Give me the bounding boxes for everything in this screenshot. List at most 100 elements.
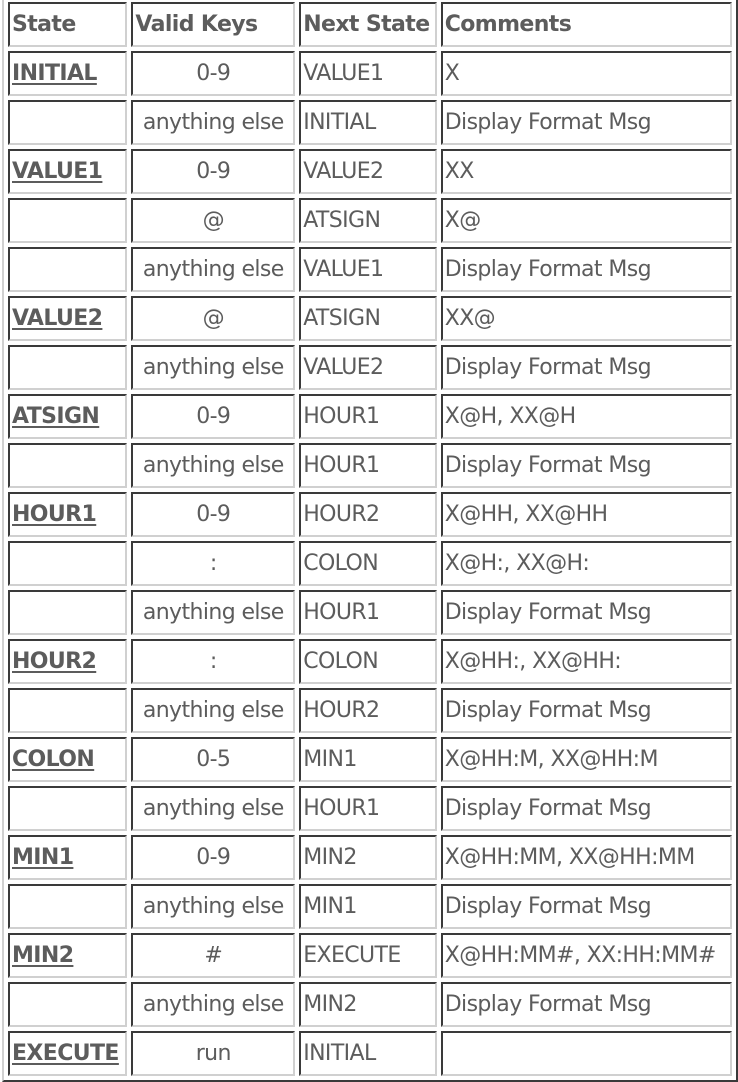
cell-valid-keys: 0-9 (131, 492, 296, 537)
cell-next-state: ATSIGN (299, 198, 437, 243)
cell-comment: Display Format Msg (440, 786, 732, 831)
cell-next-state: COLON (299, 541, 437, 586)
cell-next-state: HOUR1 (299, 786, 437, 831)
cell-valid-keys: anything else (131, 884, 296, 929)
cell-state: HOUR2 (8, 639, 128, 684)
table-row: MIN1 0-9 MIN2 X@HH:MM, XX@HH:MM (8, 835, 732, 880)
cell-valid-keys: 0-9 (131, 51, 296, 96)
cell-next-state: INITIAL (299, 100, 437, 145)
cell-comment: X@H:, XX@H: (440, 541, 732, 586)
cell-state (8, 345, 128, 390)
table-row: : COLON X@H:, XX@H: (8, 541, 732, 586)
cell-state (8, 688, 128, 733)
cell-next-state: HOUR2 (299, 492, 437, 537)
header-valid-keys: Valid Keys (131, 2, 296, 47)
cell-next-state: EXECUTE (299, 933, 437, 978)
cell-next-state: VALUE1 (299, 51, 437, 96)
cell-next-state: MIN2 (299, 982, 437, 1027)
table-row: EXECUTE run INITIAL (8, 1031, 732, 1076)
cell-valid-keys: : (131, 639, 296, 684)
cell-comment: XX (440, 149, 732, 194)
state-link[interactable]: MIN2 (12, 943, 74, 968)
cell-comment: X@HH:, XX@HH: (440, 639, 732, 684)
cell-next-state: HOUR2 (299, 688, 437, 733)
state-link[interactable]: INITIAL (12, 61, 97, 86)
cell-valid-keys: anything else (131, 590, 296, 635)
cell-comment: X@HH, XX@HH (440, 492, 732, 537)
cell-comment: X@HH:MM, XX@HH:MM (440, 835, 732, 880)
state-link[interactable]: COLON (12, 747, 95, 772)
cell-next-state: VALUE1 (299, 247, 437, 292)
table-row: VALUE1 0-9 VALUE2 XX (8, 149, 732, 194)
cell-next-state: VALUE2 (299, 345, 437, 390)
cell-comment: X (440, 51, 732, 96)
table-row: anything else HOUR1 Display Format Msg (8, 786, 732, 831)
cell-valid-keys: @ (131, 198, 296, 243)
cell-state (8, 786, 128, 831)
cell-state: VALUE2 (8, 296, 128, 341)
cell-next-state: ATSIGN (299, 296, 437, 341)
cell-comment: Display Format Msg (440, 443, 732, 488)
cell-state (8, 884, 128, 929)
cell-valid-keys: 0-9 (131, 394, 296, 439)
cell-valid-keys: anything else (131, 345, 296, 390)
cell-next-state: HOUR1 (299, 394, 437, 439)
cell-state (8, 443, 128, 488)
cell-next-state: MIN2 (299, 835, 437, 880)
cell-comment: X@H, XX@H (440, 394, 732, 439)
state-link[interactable]: HOUR1 (12, 502, 97, 527)
cell-valid-keys: anything else (131, 982, 296, 1027)
table-row: ATSIGN 0-9 HOUR1 X@H, XX@H (8, 394, 732, 439)
table-row: anything else HOUR1 Display Format Msg (8, 590, 732, 635)
table-row: HOUR2: COLON X@HH:, XX@HH: (8, 639, 732, 684)
table-row: @ ATSIGN X@ (8, 198, 732, 243)
cell-valid-keys: # (131, 933, 296, 978)
cell-state (8, 982, 128, 1027)
cell-comment: X@HH:MM#, XX:HH:MM# (440, 933, 732, 978)
cell-valid-keys: run (131, 1031, 296, 1076)
table-body: INITIAL 0-9 VALUE1 Xanything else INITIAL Dis… (8, 51, 732, 1076)
state-link[interactable]: EXECUTE (12, 1041, 119, 1066)
cell-comment: Display Format Msg (440, 688, 732, 733)
state-link[interactable]: VALUE2 (12, 306, 103, 331)
table-row: anything else VALUE1 Display Format Msg (8, 247, 732, 292)
cell-state (8, 590, 128, 635)
cell-next-state: HOUR1 (299, 590, 437, 635)
cell-comment: Display Format Msg (440, 590, 732, 635)
cell-comment: X@ (440, 198, 732, 243)
state-table-container: State Valid Keys Next State Comments INI… (2, 0, 738, 1082)
cell-comment: Display Format Msg (440, 247, 732, 292)
state-link[interactable]: MIN1 (12, 845, 74, 870)
table-row: anything else VALUE2 Display Format Msg (8, 345, 732, 390)
cell-state: HOUR1 (8, 492, 128, 537)
cell-valid-keys: anything else (131, 247, 296, 292)
cell-comment (440, 1031, 732, 1076)
cell-valid-keys: anything else (131, 443, 296, 488)
table-row: MIN2 # EXECUTE X@HH:MM#, XX:HH:MM# (8, 933, 732, 978)
state-link[interactable]: VALUE1 (12, 159, 103, 184)
cell-valid-keys: : (131, 541, 296, 586)
state-link[interactable]: ATSIGN (12, 404, 100, 429)
cell-comment: Display Format Msg (440, 100, 732, 145)
cell-state: MIN1 (8, 835, 128, 880)
table-row: anything else HOUR1 Display Format Msg (8, 443, 732, 488)
cell-valid-keys: 0-9 (131, 835, 296, 880)
cell-state (8, 541, 128, 586)
cell-valid-keys: 0-5 (131, 737, 296, 782)
state-link[interactable]: HOUR2 (12, 649, 97, 674)
cell-state (8, 100, 128, 145)
cell-state: ATSIGN (8, 394, 128, 439)
table-row: HOUR1 0-9 HOUR2 X@HH, XX@HH (8, 492, 732, 537)
cell-next-state: MIN1 (299, 737, 437, 782)
table-row: INITIAL 0-9 VALUE1 X (8, 51, 732, 96)
cell-state (8, 247, 128, 292)
cell-next-state: MIN1 (299, 884, 437, 929)
cell-state: VALUE1 (8, 149, 128, 194)
cell-comment: Display Format Msg (440, 884, 732, 929)
header-comments: Comments (440, 2, 732, 47)
cell-comment: X@HH:M, XX@HH:M (440, 737, 732, 782)
table-row: VALUE2 @ ATSIGN XX@ (8, 296, 732, 341)
state-transition-table: State Valid Keys Next State Comments INI… (2, 0, 738, 1082)
cell-next-state: VALUE2 (299, 149, 437, 194)
cell-comment: Display Format Msg (440, 982, 732, 1027)
